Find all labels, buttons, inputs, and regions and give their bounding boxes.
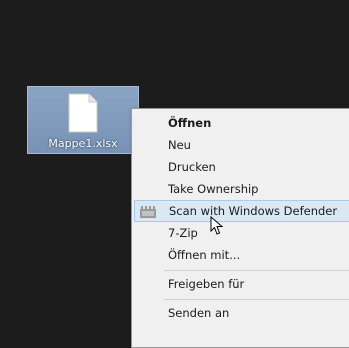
menu-item-new[interactable]: Neu [134, 134, 349, 156]
menu-item-7zip[interactable]: 7-Zip [134, 222, 349, 244]
menu-item-scan-defender[interactable]: Scan with Windows Defender [134, 200, 349, 222]
menu-item-label: Neu [168, 138, 191, 152]
menu-item-open-with[interactable]: Öffnen mit... [134, 244, 349, 266]
menu-item-label: Freigeben für [168, 277, 245, 291]
file-name-label: Mappe1.xlsx [48, 137, 118, 150]
menu-item-print[interactable]: Drucken [134, 156, 349, 178]
menu-item-label: Öffnen mit... [168, 248, 241, 262]
menu-item-label: Senden an [168, 306, 230, 320]
menu-item-label: Scan with Windows Defender [169, 204, 338, 218]
menu-separator [164, 270, 349, 271]
menu-item-label: Öffnen [168, 116, 212, 130]
mouse-cursor-icon [210, 216, 224, 235]
context-menu: Öffnen Neu Drucken Take Ownership Scan w… [131, 108, 349, 348]
menu-item-label: Drucken [168, 160, 216, 174]
menu-item-open[interactable]: Öffnen [134, 112, 349, 134]
menu-item-take-ownership[interactable]: Take Ownership [134, 178, 349, 200]
desktop-file-icon-selected[interactable]: Mappe1.xlsx [27, 86, 139, 154]
menu-item-label: Take Ownership [168, 182, 259, 196]
menu-item-send-to[interactable]: Senden an [134, 302, 349, 324]
windows-defender-icon [140, 206, 156, 218]
menu-item-label: 7-Zip [168, 226, 198, 240]
menu-separator [164, 299, 349, 300]
menu-item-share-with[interactable]: Freigeben für [134, 273, 349, 295]
file-icon [68, 93, 98, 133]
